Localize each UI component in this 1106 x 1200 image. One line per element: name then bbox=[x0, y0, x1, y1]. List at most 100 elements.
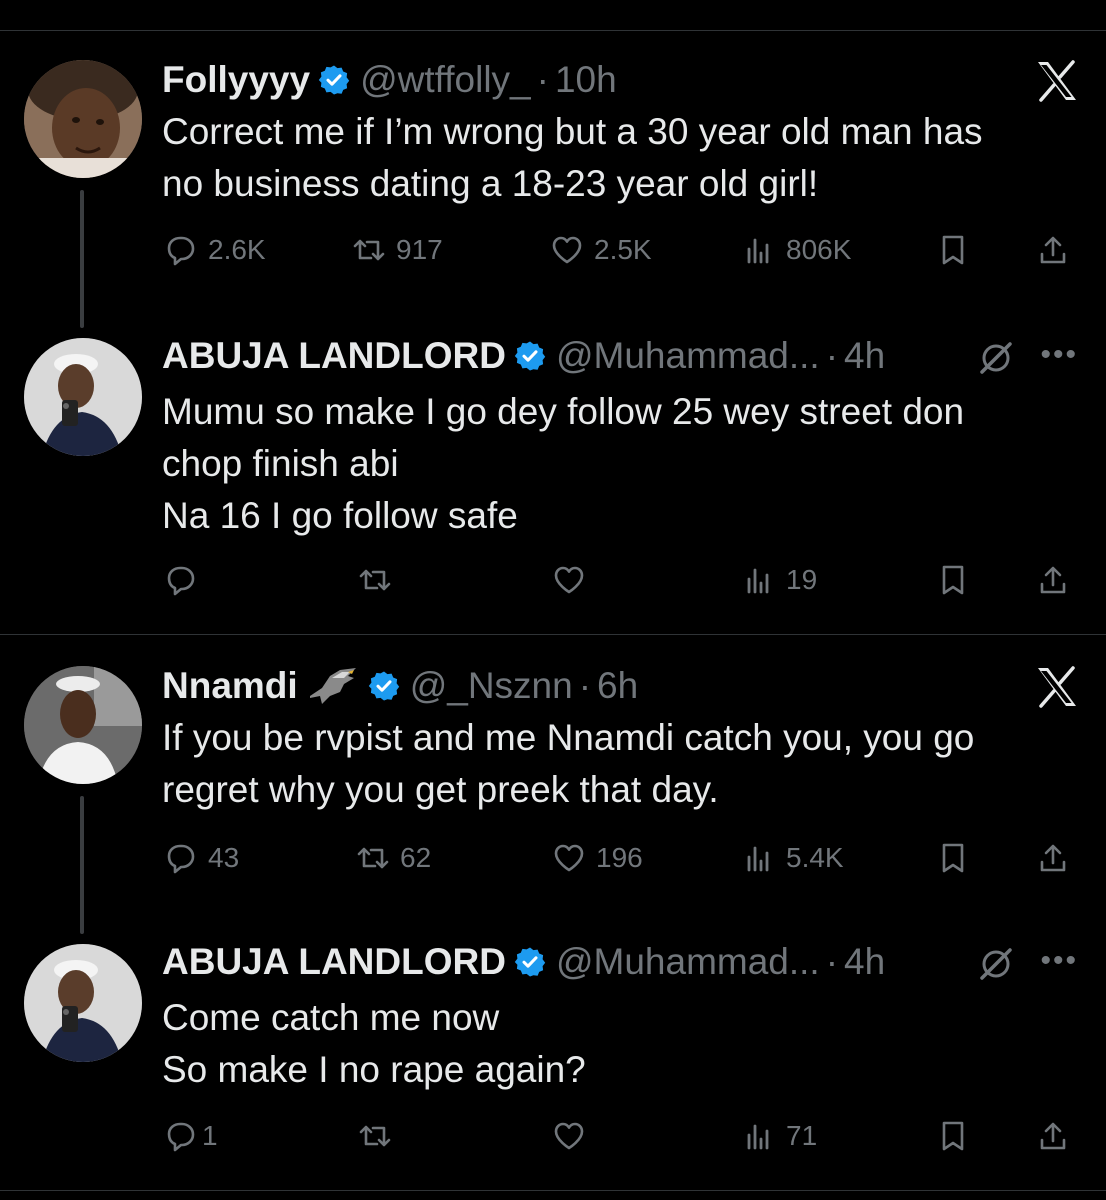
views-icon bbox=[747, 238, 769, 264]
separator-dot: · bbox=[825, 941, 839, 982]
retweet-button[interactable]: 917 bbox=[350, 230, 443, 270]
more-options-button[interactable]: ••• bbox=[1040, 338, 1078, 372]
retweet-button[interactable]: 62 bbox=[354, 838, 431, 878]
user-handle[interactable]: @wtffolly_ bbox=[360, 59, 531, 101]
share-button[interactable] bbox=[1034, 1116, 1072, 1156]
retweet-icon bbox=[357, 847, 389, 869]
tweet-header: ABUJA LANDLORD @Muhammad... · 4h bbox=[162, 335, 885, 377]
x-logo-icon bbox=[1036, 60, 1078, 102]
share-icon bbox=[1040, 236, 1066, 264]
like-button[interactable] bbox=[550, 1116, 588, 1156]
like-icon bbox=[554, 566, 584, 594]
retweet-count: 917 bbox=[396, 234, 443, 265]
grok-icon[interactable] bbox=[976, 944, 1016, 984]
retweet-button[interactable] bbox=[356, 1116, 394, 1156]
like-button[interactable]: 196 bbox=[550, 838, 643, 878]
tweet-header: Follyyyy @wtffolly_ · 10h bbox=[162, 59, 617, 101]
retweet-count: 62 bbox=[400, 842, 432, 873]
x-logo-icon bbox=[1036, 666, 1078, 708]
user-handle[interactable]: @Muhammad... bbox=[556, 335, 820, 377]
reply-count: 2.6K bbox=[208, 234, 266, 265]
tweet-text: Mumu so make I go dey follow 25 wey stre… bbox=[162, 391, 965, 536]
tweet-header: Nnamdi @_Nsznn · 6h bbox=[162, 665, 638, 707]
action-bar: 19 bbox=[162, 560, 1082, 600]
reply-icon bbox=[167, 566, 195, 596]
avatar-abuja-landlord[interactable] bbox=[24, 338, 142, 456]
display-name[interactable]: ABUJA LANDLORD bbox=[162, 941, 506, 983]
reply-icon bbox=[167, 1122, 195, 1152]
thread-line bbox=[80, 796, 84, 934]
divider bbox=[0, 30, 1106, 31]
avatar-nnamdi[interactable] bbox=[24, 666, 142, 784]
user-handle[interactable]: @Muhammad... bbox=[556, 941, 820, 983]
reply-button[interactable] bbox=[162, 560, 208, 600]
views-button[interactable]: 806K bbox=[740, 230, 851, 270]
views-count: 806K bbox=[786, 234, 852, 265]
share-icon bbox=[1040, 1122, 1066, 1150]
tweet-text: Correct me if I’m wrong but a 30 year ol… bbox=[162, 111, 983, 204]
divider bbox=[0, 634, 1106, 635]
views-count: 19 bbox=[786, 564, 818, 595]
bookmark-icon bbox=[942, 843, 964, 873]
like-icon bbox=[552, 236, 582, 264]
verified-badge-icon bbox=[367, 670, 400, 702]
share-icon bbox=[1040, 844, 1066, 872]
bookmark-icon bbox=[942, 1121, 964, 1151]
views-button[interactable]: 5.4K bbox=[740, 838, 844, 878]
action-bar: 43 62 196 5.4K bbox=[162, 838, 1082, 878]
reply-button[interactable]: 43 bbox=[162, 838, 239, 878]
share-icon bbox=[1040, 566, 1066, 594]
bookmark-button[interactable] bbox=[934, 838, 972, 878]
separator-dot: · bbox=[536, 59, 549, 100]
action-bar: 2.6K 917 2.5K 806K bbox=[162, 230, 1082, 270]
retweet-icon bbox=[359, 569, 391, 591]
thread-line bbox=[80, 190, 84, 328]
views-count: 71 bbox=[786, 1120, 818, 1151]
verified-badge-icon bbox=[513, 946, 546, 978]
views-count: 5.4K bbox=[786, 842, 844, 873]
views-button[interactable]: 19 bbox=[740, 560, 817, 600]
action-bar: 1 71 bbox=[162, 1116, 1082, 1156]
like-count: 2.5K bbox=[594, 234, 652, 265]
display-name[interactable]: ABUJA LANDLORD bbox=[162, 335, 506, 377]
reply-button[interactable]: 1 bbox=[162, 1116, 218, 1156]
share-button[interactable] bbox=[1034, 560, 1072, 600]
retweet-icon bbox=[359, 1125, 391, 1147]
tweet-header: ABUJA LANDLORD @Muhammad... · 4h bbox=[162, 941, 885, 983]
bookmark-icon bbox=[942, 235, 964, 265]
grok-icon[interactable] bbox=[976, 338, 1016, 378]
views-icon bbox=[747, 846, 769, 872]
avatar-abuja-landlord[interactable] bbox=[24, 944, 142, 1062]
display-name[interactable]: Nnamdi bbox=[162, 665, 298, 707]
bookmark-button[interactable] bbox=[934, 560, 972, 600]
retweet-icon bbox=[353, 239, 385, 261]
eagle-emoji-icon bbox=[309, 668, 356, 704]
reply-button[interactable]: 2.6K bbox=[162, 230, 266, 270]
like-count: 196 bbox=[596, 842, 643, 873]
share-button[interactable] bbox=[1034, 838, 1072, 878]
like-button[interactable]: 2.5K bbox=[548, 230, 652, 270]
avatar-folly[interactable] bbox=[24, 60, 142, 178]
bookmark-button[interactable] bbox=[934, 230, 972, 270]
views-icon bbox=[747, 1124, 769, 1150]
timestamp[interactable]: 4h bbox=[844, 335, 885, 377]
like-icon bbox=[554, 844, 584, 872]
tweet-text: If you be rvpist and me Nnamdi catch you… bbox=[162, 717, 975, 810]
views-icon bbox=[747, 568, 769, 594]
more-options-button[interactable]: ••• bbox=[1040, 944, 1078, 978]
timestamp[interactable]: 10h bbox=[555, 59, 617, 101]
timestamp[interactable]: 6h bbox=[597, 665, 638, 707]
like-icon bbox=[554, 1122, 584, 1150]
verified-badge-icon bbox=[513, 340, 546, 372]
reply-count: 43 bbox=[208, 842, 240, 873]
display-name[interactable]: Follyyyy bbox=[162, 59, 310, 101]
views-button[interactable]: 71 bbox=[740, 1116, 817, 1156]
bookmark-button[interactable] bbox=[934, 1116, 972, 1156]
separator-dot: · bbox=[825, 335, 839, 376]
retweet-button[interactable] bbox=[356, 560, 394, 600]
like-button[interactable] bbox=[550, 560, 588, 600]
tweet-text: Come catch me now So make I no rape agai… bbox=[162, 997, 586, 1090]
timestamp[interactable]: 4h bbox=[844, 941, 885, 983]
user-handle[interactable]: @_Nsznn bbox=[410, 665, 573, 707]
share-button[interactable] bbox=[1034, 230, 1072, 270]
